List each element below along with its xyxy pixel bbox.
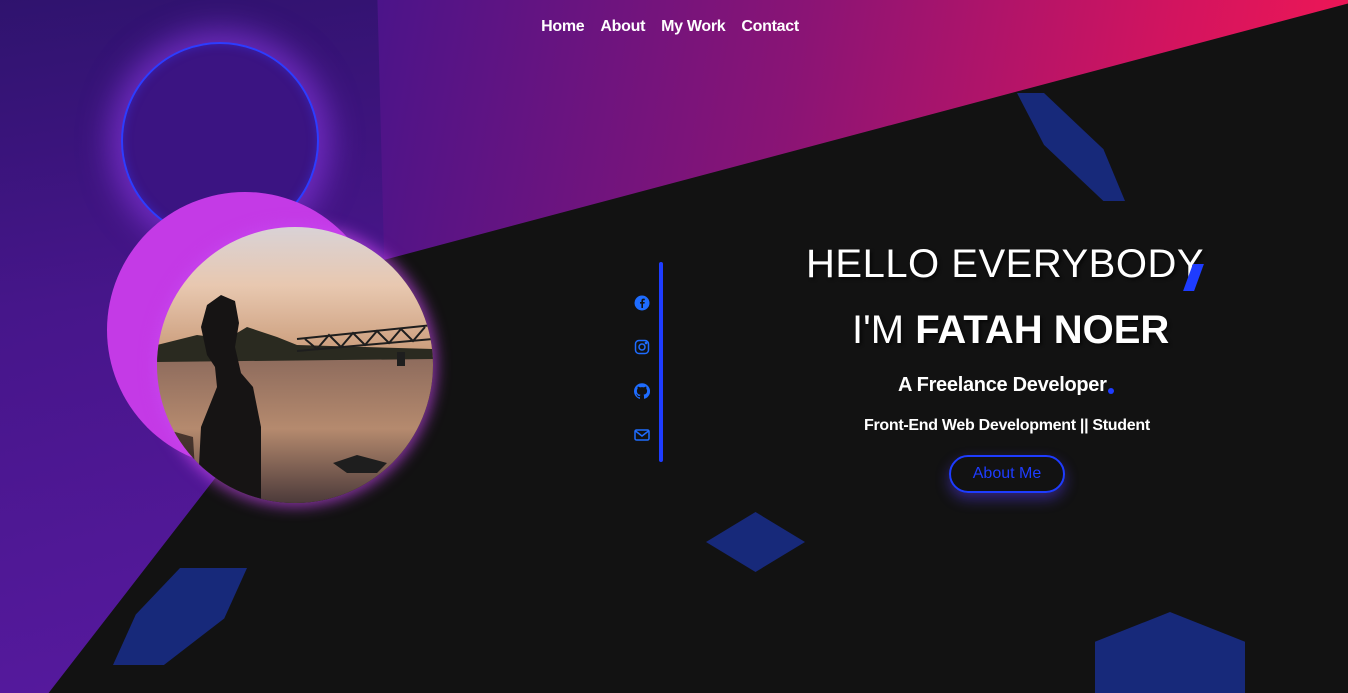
nav-my-work[interactable]: My Work — [653, 18, 733, 36]
facebook-icon[interactable] — [633, 294, 651, 312]
decorative-shape — [706, 512, 805, 572]
hero-role: A Freelance Developer — [898, 374, 1107, 396]
hero-intro: I'M FATAH NOER — [852, 308, 1169, 353]
social-divider — [659, 262, 663, 462]
decorative-shape — [1017, 93, 1125, 201]
github-icon[interactable] — [633, 382, 651, 400]
instagram-icon[interactable] — [633, 338, 651, 356]
decorative-shape — [1095, 612, 1245, 693]
hero-tagline: Front-End Web Development || Student — [864, 417, 1150, 434]
nav-contact[interactable]: Contact — [733, 18, 806, 36]
main-nav: Home About My Work Contact — [0, 18, 1348, 36]
nav-home[interactable]: Home — [541, 18, 592, 36]
profile-photo — [157, 227, 433, 503]
mail-icon[interactable] — [633, 426, 651, 444]
hero-greeting: HELLO EVERYBODY — [806, 242, 1205, 286]
accent-dot — [1108, 388, 1114, 394]
hero-intro-prefix: I'M — [852, 308, 905, 352]
hero-name: FATAH NOER — [915, 308, 1170, 352]
nav-about[interactable]: About — [592, 18, 653, 36]
about-me-button[interactable]: About Me — [949, 455, 1065, 493]
